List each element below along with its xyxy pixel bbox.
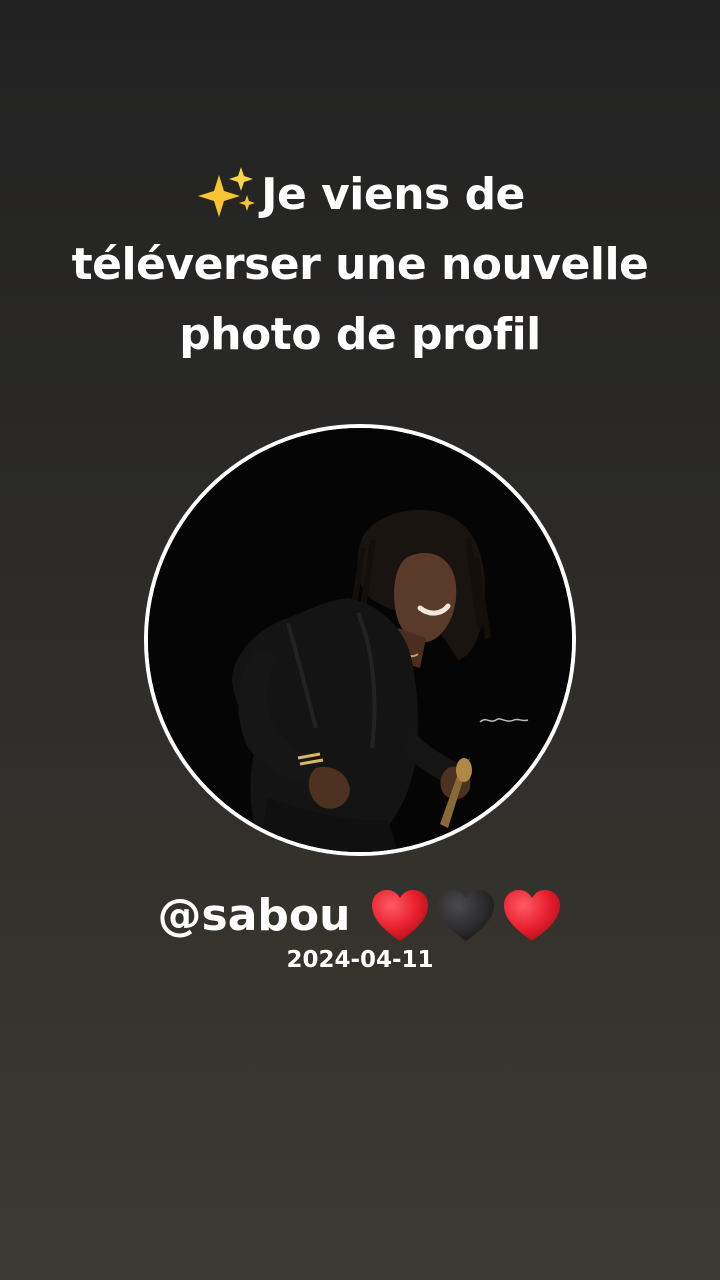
username-handle[interactable]: @sabou [158,884,351,948]
upload-date: 2024-04-11 [286,947,434,973]
headline-line-2: téléverser une nouvelle [71,239,649,290]
profile-photo [148,428,572,852]
handle-row: @sabou [0,882,720,948]
sparkles-icon [195,167,259,217]
red-heart-icon [370,889,430,943]
headline-text-1: Je viens de [261,169,525,220]
red-heart-icon [502,889,562,943]
headline-line-1: Je viens de [40,160,680,230]
headline: Je viens de téléverser une nouvelle phot… [40,160,680,370]
avatar[interactable] [148,428,572,852]
black-heart-icon [436,889,496,943]
headline-line-3: photo de profil [179,309,541,360]
avatar-ring [144,424,576,856]
